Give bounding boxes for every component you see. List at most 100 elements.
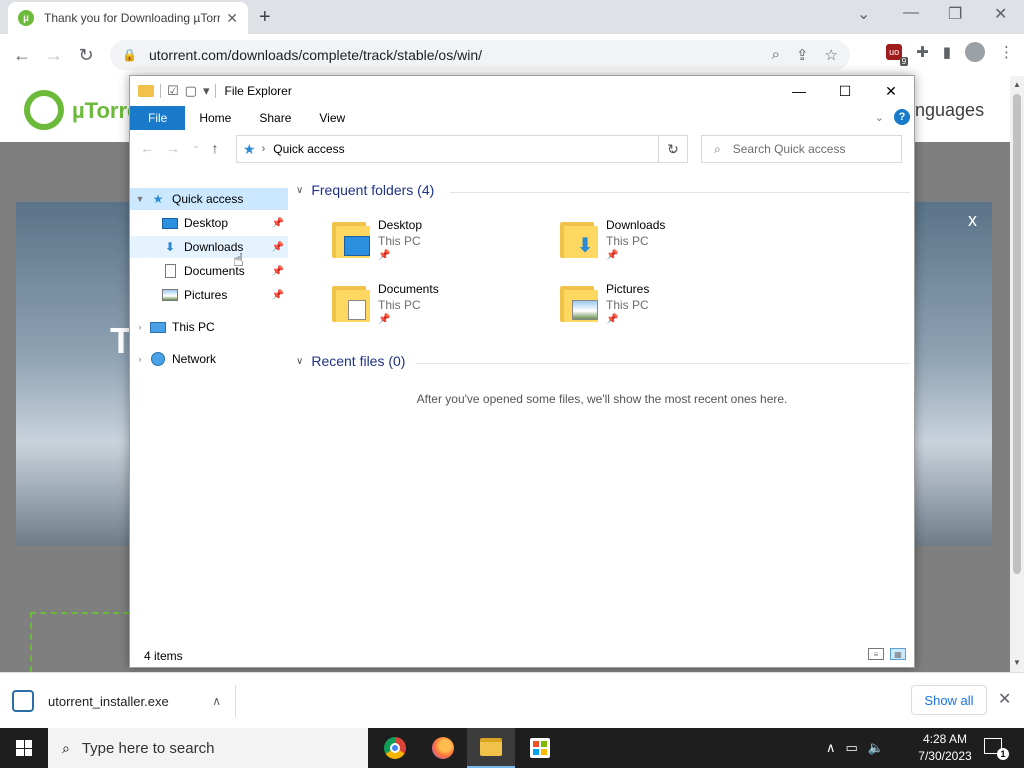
taskbar-store[interactable]	[516, 728, 564, 768]
group-collapse-icon[interactable]: ∨	[296, 356, 303, 367]
dashed-box	[30, 612, 140, 672]
explorer-maximize-icon[interactable]: ☐	[822, 76, 868, 106]
tab-home[interactable]: Home	[185, 106, 245, 130]
pin-icon: 📌	[271, 241, 284, 253]
taskbar-chrome[interactable]	[371, 728, 419, 768]
tab-search-chevron-icon[interactable]: ⌄	[857, 4, 870, 24]
pin-icon: 📌	[606, 250, 619, 261]
up-arrow-icon[interactable]: ↑	[212, 140, 219, 156]
new-folder-icon[interactable]: ▢	[185, 83, 197, 99]
download-filename[interactable]: utorrent_installer.exe	[48, 694, 212, 709]
nav-item-downloads[interactable]: ⬇ Downloads 📌	[130, 236, 288, 258]
explorer-back-icon[interactable]: ←	[140, 140, 154, 156]
explorer-address-bar[interactable]: ★ › Quick access ⌄	[236, 135, 688, 163]
tab-view[interactable]: View	[305, 106, 359, 130]
folder-tile-documents[interactable]: Documents This PC 📌	[328, 278, 548, 334]
nav-item-desktop[interactable]: Desktop 📌	[130, 212, 288, 234]
scroll-down-icon[interactable]: ▼	[1013, 658, 1021, 667]
bookmark-star-icon[interactable]: ☆	[825, 46, 838, 64]
tab-close-icon[interactable]: ✕	[226, 10, 238, 27]
tab-strip: µ Thank you for Downloading µTorrent ✕ +…	[0, 0, 1024, 34]
breadcrumb-chevron-icon[interactable]: ›	[262, 143, 266, 155]
folder-tile-downloads[interactable]: ⬇ Downloads This PC 📌	[556, 214, 776, 270]
share-icon[interactable]: ⇪	[796, 46, 809, 64]
browser-tab[interactable]: µ Thank you for Downloading µTorrent ✕	[8, 2, 248, 34]
url-text[interactable]: utorrent.com/downloads/complete/track/st…	[149, 47, 772, 63]
nav-item-quick-access[interactable]: ▼ ★ Quick access	[130, 188, 288, 210]
explorer-search-input[interactable]	[732, 142, 883, 156]
collapse-chevron-icon[interactable]: ▼	[130, 194, 150, 204]
star-icon: ★	[152, 192, 164, 206]
extensions-puzzle-icon[interactable]: ✚	[916, 43, 929, 61]
volume-icon[interactable]: 🔈	[868, 740, 884, 756]
group-collapse-icon[interactable]: ∨	[296, 185, 303, 196]
properties-icon[interactable]: ☑	[167, 83, 179, 99]
ublock-extension-icon[interactable]: uo 9	[886, 44, 909, 66]
forward-arrow-icon[interactable]: →	[38, 45, 70, 66]
pictures-icon	[572, 300, 598, 320]
taskbar-file-explorer[interactable]	[467, 728, 515, 768]
taskbar-firefox[interactable]	[419, 728, 467, 768]
expand-chevron-icon[interactable]: ›	[130, 354, 150, 364]
nav-item-documents[interactable]: Documents 📌	[130, 260, 288, 282]
lock-icon[interactable]: 🔒	[122, 48, 137, 62]
recent-files-header[interactable]: ∨ Recent files (0)	[296, 353, 405, 369]
address-path[interactable]: Quick access	[273, 142, 661, 156]
close-window-icon[interactable]: ✕	[994, 4, 1007, 24]
side-panel-icon[interactable]: ▮	[943, 43, 951, 61]
help-icon[interactable]: ?	[894, 109, 910, 125]
navigation-pane: ▼ ★ Quick access Desktop 📌 ⬇ Downloads 📌…	[130, 186, 288, 641]
scrollbar-thumb[interactable]	[1013, 94, 1021, 574]
start-button[interactable]	[0, 728, 48, 768]
profile-avatar[interactable]	[965, 42, 985, 62]
reload-icon[interactable]: ↻	[70, 45, 102, 66]
taskbar-search-box[interactable]: ⌕ Type here to search	[48, 728, 368, 768]
folder-tile-desktop[interactable]: Desktop This PC 📌	[328, 214, 548, 270]
minimize-icon[interactable]: —	[903, 4, 919, 22]
network-status-icon[interactable]: ▭	[846, 740, 858, 756]
clock[interactable]: 4:28 AM 7/30/2023	[912, 731, 978, 765]
page-scrollbar[interactable]: ▲ ▼	[1010, 76, 1024, 672]
new-tab-button[interactable]: +	[259, 6, 271, 29]
document-icon	[164, 264, 176, 278]
folder-icon	[138, 85, 154, 97]
explorer-forward-icon[interactable]: →	[166, 140, 180, 156]
nav-item-pictures[interactable]: Pictures 📌	[130, 284, 288, 306]
expand-chevron-icon[interactable]: ›	[130, 322, 150, 332]
utorrent-logo-icon[interactable]	[24, 90, 64, 130]
restore-icon[interactable]: ❐	[948, 4, 962, 24]
scroll-up-icon[interactable]: ▲	[1013, 80, 1021, 89]
nav-item-network[interactable]: › Network	[130, 348, 288, 370]
expand-ribbon-chevron-icon[interactable]: ⌄	[875, 111, 884, 124]
download-item[interactable]: utorrent_installer.exe ∧	[12, 685, 236, 717]
address-bar[interactable]: 🔒 utorrent.com/downloads/complete/track/…	[110, 40, 850, 70]
recent-locations-chevron-icon[interactable]: ⌄	[192, 140, 200, 156]
clock-date: 7/30/2023	[918, 749, 972, 763]
show-all-button[interactable]: Show all	[911, 685, 987, 715]
show-hidden-icons-chevron-icon[interactable]: ∧	[826, 740, 836, 756]
menu-kebab-icon[interactable]: ⋮	[999, 43, 1014, 61]
notification-center-icon[interactable]: 1	[984, 738, 1009, 760]
close-download-bar-icon[interactable]: ✕	[998, 689, 1011, 709]
tab-file[interactable]: File	[130, 106, 186, 130]
refresh-icon[interactable]: ↻	[658, 135, 688, 163]
explorer-titlebar[interactable]: ☑ ▢ ▾ File Explorer — ☐ ✕	[130, 76, 914, 106]
tab-share[interactable]: Share	[245, 106, 305, 130]
details-view-icon[interactable]: ≡	[868, 648, 884, 660]
download-options-chevron-icon[interactable]: ∧	[212, 694, 221, 708]
folder-tile-pictures[interactable]: Pictures This PC 📌	[556, 278, 776, 334]
back-arrow-icon[interactable]: ←	[6, 45, 38, 66]
explorer-minimize-icon[interactable]: —	[776, 76, 822, 106]
large-icons-view-icon[interactable]: ▦	[890, 648, 906, 660]
pin-icon: 📌	[271, 265, 284, 277]
hero-close-button[interactable]: x	[968, 210, 977, 231]
nav-label: This PC	[172, 320, 215, 334]
taskbar-search-placeholder[interactable]: Type here to search	[82, 740, 215, 757]
explorer-search-box[interactable]: ⌕	[701, 135, 902, 163]
languages-link[interactable]: nguages	[915, 100, 984, 121]
quick-access-toolbar-dropdown-icon[interactable]: ▾	[203, 83, 210, 99]
explorer-close-icon[interactable]: ✕	[868, 76, 914, 106]
search-icon[interactable]: ⌕	[772, 46, 780, 64]
frequent-folders-header[interactable]: ∨ Frequent folders (4)	[296, 182, 434, 198]
nav-item-this-pc[interactable]: › This PC	[130, 316, 288, 338]
